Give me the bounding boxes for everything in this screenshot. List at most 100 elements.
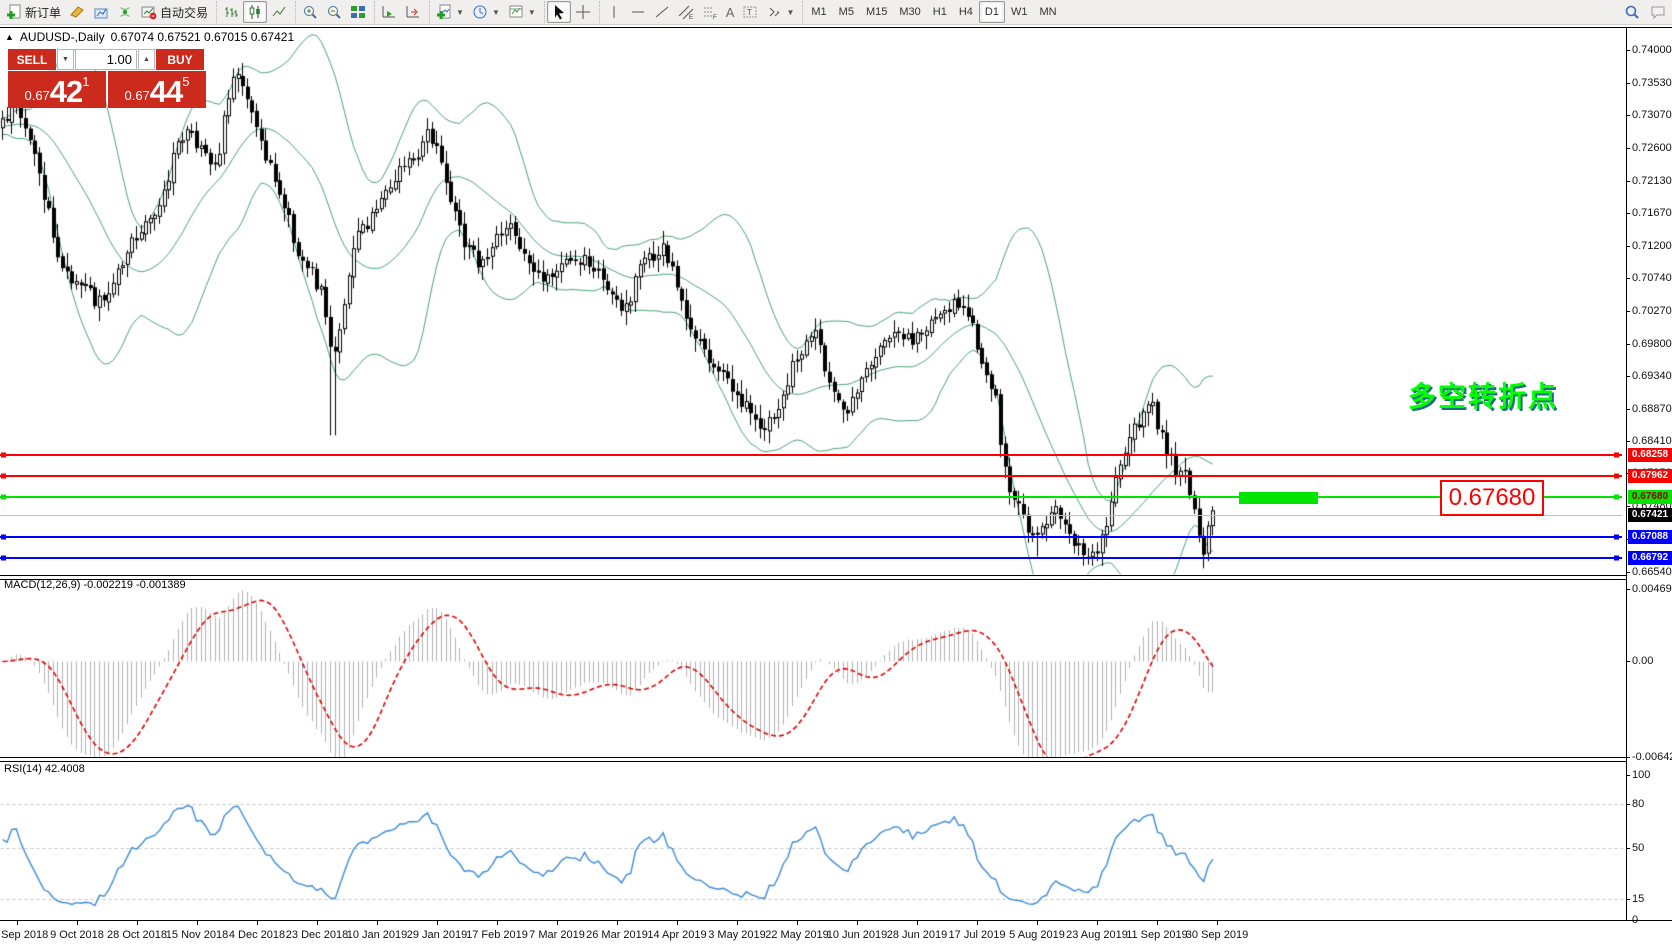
buy-button[interactable]: BUY (156, 49, 204, 70)
crosshair-icon (575, 4, 591, 20)
price-axis-tick-label: 0.70740 (1632, 272, 1672, 284)
price-axis-tick-label: 0.66540 (1632, 566, 1672, 578)
metaeditor-button[interactable] (65, 1, 89, 23)
periods-button[interactable]: ▼ (468, 1, 504, 23)
date-axis-label: 5 Aug 2019 (1009, 929, 1065, 941)
buy-price-sup: 5 (182, 75, 189, 88)
vertical-line-icon (606, 4, 622, 20)
bull-bear-turning-point-annotation[interactable]: 多空转折点 (1408, 375, 1558, 415)
timeframe-m5[interactable]: M5 (833, 1, 860, 23)
volume-down-button[interactable]: ▼ (57, 49, 74, 70)
timeframe-m15[interactable]: M15 (860, 1, 893, 23)
horizontal-level-line[interactable] (0, 536, 1622, 538)
line-drag-handle[interactable] (1614, 556, 1619, 561)
line-chart-button[interactable] (267, 1, 291, 23)
sell-button[interactable]: SELL (8, 49, 56, 70)
chart-title: ▲ AUDUSD-,Daily 0.67074 0.67521 0.67015 … (5, 30, 294, 44)
crosshair-button[interactable] (571, 1, 595, 23)
channel-icon: E (678, 4, 694, 20)
line-drag-handle[interactable] (1614, 495, 1619, 500)
new-order-button[interactable]: 新订单 (2, 1, 65, 23)
date-axis-label: 11 Sep 2019 (1126, 929, 1188, 941)
channel-button[interactable]: E (674, 1, 698, 23)
line-drag-handle[interactable] (1, 495, 6, 500)
auto-scroll-icon (381, 4, 397, 20)
trendline-button[interactable] (650, 1, 674, 23)
signals-button[interactable] (113, 1, 137, 23)
chart-symbol-period: AUDUSD-,Daily (20, 30, 105, 44)
line-drag-handle[interactable] (1614, 535, 1619, 540)
timeframe-w1[interactable]: W1 (1005, 1, 1034, 23)
text-button[interactable]: A (722, 1, 739, 23)
sell-price-small: 0.67 (24, 85, 49, 107)
current-price-line[interactable] (0, 515, 1622, 516)
volume-up-button[interactable]: ▲ (138, 49, 155, 70)
indicators-button[interactable]: ▼ (432, 1, 468, 23)
main-chart-canvas[interactable] (0, 0, 1672, 947)
horizontal-level-line[interactable] (0, 496, 1622, 498)
line-drag-handle[interactable] (1, 556, 6, 561)
horizontal-line-icon (630, 4, 646, 20)
date-axis-tick-mark (197, 921, 198, 925)
zoom-out-button[interactable] (322, 1, 346, 23)
panel-collapse-arrow[interactable]: ▲ (5, 32, 14, 42)
templates-button[interactable]: ▼ (504, 1, 540, 23)
arrows-button[interactable]: ▼ (762, 1, 798, 23)
line-drag-handle[interactable] (1, 474, 6, 479)
date-axis-tick-mark (17, 921, 18, 925)
price-axis-tick-label: 0.72600 (1632, 142, 1672, 154)
timeframe-mn[interactable]: MN (1033, 1, 1062, 23)
horizontal-level-line[interactable] (0, 454, 1622, 456)
line-drag-handle[interactable] (1614, 453, 1619, 458)
timeframe-h4[interactable]: H4 (953, 1, 979, 23)
trendline-icon (654, 4, 670, 20)
date-axis-tick-mark (917, 921, 918, 925)
date-axis-tick-mark (737, 921, 738, 925)
line-drag-handle[interactable] (1614, 474, 1619, 479)
price-axis-tick-label: 0.71200 (1632, 240, 1672, 252)
price-axis-tick-label: 0.70270 (1632, 305, 1672, 317)
search-icon[interactable] (1624, 4, 1640, 20)
auto-scroll-button[interactable] (377, 1, 401, 23)
line-drag-handle[interactable] (1, 535, 6, 540)
timeframe-h1[interactable]: H1 (927, 1, 953, 23)
horizontal-line-button[interactable] (626, 1, 650, 23)
price-axis-tick-label: 0.74000 (1632, 44, 1672, 56)
zoom-in-button[interactable] (298, 1, 322, 23)
horizontal-level-line[interactable] (0, 475, 1622, 477)
timeframe-d1[interactable]: D1 (979, 1, 1005, 23)
macd-axis-tick-label: -0.006427 (1632, 751, 1672, 763)
buy-price-display[interactable]: 0.67 44 5 (108, 71, 206, 108)
date-axis-tick-mark (977, 921, 978, 925)
autotrading-button[interactable]: 自动交易 (137, 1, 212, 23)
date-axis-label: 23 Aug 2019 (1066, 929, 1128, 941)
date-axis-tick-mark (677, 921, 678, 925)
cursor-button[interactable] (547, 1, 571, 23)
sell-price-sup: 1 (82, 75, 89, 88)
fibonacci-button[interactable]: F (698, 1, 722, 23)
axis-separator (1626, 27, 1627, 921)
date-axis-tick-mark (137, 921, 138, 925)
label-button[interactable]: T (738, 1, 762, 23)
timeframe-m1[interactable]: M1 (805, 1, 832, 23)
date-axis-tick-mark (497, 921, 498, 925)
market-watch-button[interactable] (89, 1, 113, 23)
sell-price-display[interactable]: 0.67 42 1 (8, 71, 106, 108)
templates-caret: ▼ (528, 8, 536, 17)
chat-icon[interactable] (1650, 4, 1666, 20)
candlestick-chart-button[interactable] (243, 1, 267, 23)
green-highlight-rectangle[interactable] (1239, 492, 1318, 504)
rsi-axis-tick-label: 100 (1632, 769, 1650, 781)
price-level-box[interactable]: 0.67680 (1440, 480, 1544, 516)
tile-windows-button[interactable] (346, 1, 370, 23)
line-drag-handle[interactable] (1, 453, 6, 458)
horizontal-level-line[interactable] (0, 557, 1622, 559)
date-axis-tick-mark (377, 921, 378, 925)
vertical-line-button[interactable] (602, 1, 626, 23)
date-axis-label: 26 Mar 2019 (586, 929, 648, 941)
volume-input[interactable] (75, 49, 137, 70)
chart-shift-button[interactable] (401, 1, 425, 23)
date-axis-tick-mark (557, 921, 558, 925)
bar-chart-button[interactable] (219, 1, 243, 23)
timeframe-m30[interactable]: M30 (893, 1, 926, 23)
